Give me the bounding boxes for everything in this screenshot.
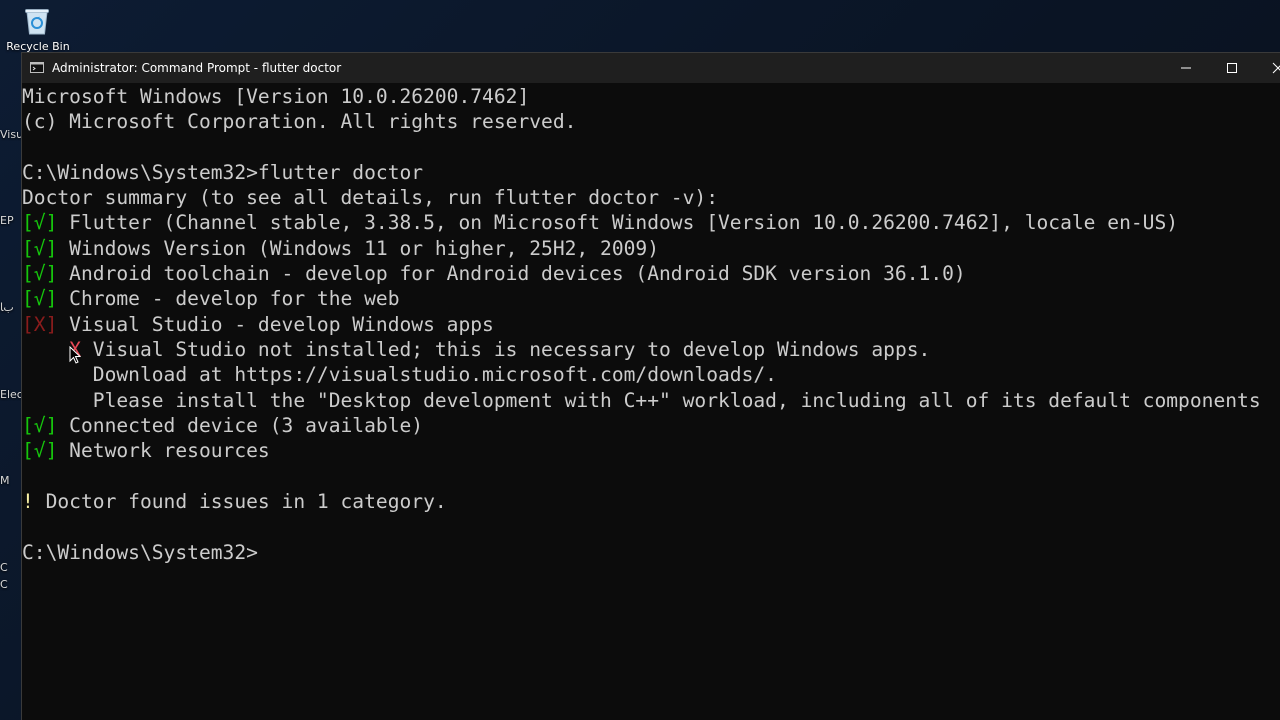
console-line-text: Flutter (Channel stable, 3.38.5, on Micr… xyxy=(57,211,1179,234)
console-line-text: Connected device (3 available) xyxy=(57,414,424,437)
console-line: Download at https://visualstudio.microso… xyxy=(22,362,777,387)
check-marker: [√] xyxy=(22,439,58,462)
check-marker: [√] xyxy=(22,211,58,234)
maximize-button[interactable] xyxy=(1209,53,1255,83)
console-line-text: Download at https://visualstudio.microso… xyxy=(22,363,777,386)
console-line-text: Doctor found issues in 1 category. xyxy=(33,490,447,513)
close-button[interactable] xyxy=(1255,53,1280,83)
check-marker: [√] xyxy=(22,262,58,285)
minimize-icon xyxy=(1181,67,1191,69)
error-marker: [X] xyxy=(22,313,58,336)
command-prompt-window[interactable]: Administrator: Command Prompt - flutter … xyxy=(21,52,1280,720)
console-line-text: Android toolchain - develop for Android … xyxy=(57,262,966,285)
console-line: C:\Windows\System32>flutter doctor xyxy=(22,160,423,185)
maximize-icon xyxy=(1227,63,1237,73)
prompt-text: C:\Windows\System32> xyxy=(22,541,258,564)
console-line: [√] Android toolchain - develop for Andr… xyxy=(22,261,966,286)
console-line: Please install the "Desktop development … xyxy=(22,388,1261,413)
console-line-text: Visual Studio - develop Windows apps xyxy=(57,313,494,336)
console-line: Microsoft Windows [Version 10.0.26200.74… xyxy=(22,84,529,109)
console-line-text: Chrome - develop for the web xyxy=(57,287,400,310)
console-line-text: Please install the "Desktop development … xyxy=(22,389,1261,412)
recycle-bin-icon xyxy=(25,9,49,35)
console-line-text: C:\Windows\System32>flutter doctor xyxy=(22,161,424,184)
console-line: [X] Visual Studio - develop Windows apps xyxy=(22,312,494,337)
check-marker: [√] xyxy=(22,287,58,310)
mouse-cursor-icon xyxy=(69,346,81,364)
warning-marker: ! xyxy=(22,490,34,513)
console-line: ! Doctor found issues in 1 category. xyxy=(22,489,447,514)
console-output[interactable]: Microsoft Windows [Version 10.0.26200.74… xyxy=(22,83,1280,719)
console-line: X Visual Studio not installed; this is n… xyxy=(22,337,930,362)
desktop: Recycle Bin Visu EP ﺏﺎ Elec M C C Admini… xyxy=(0,0,1280,720)
recycle-bin-shortcut[interactable]: Recycle Bin xyxy=(0,0,76,58)
console-line-text: Network resources xyxy=(57,439,270,462)
console-line: [√] Chrome - develop for the web xyxy=(22,286,400,311)
title-bar[interactable]: Administrator: Command Prompt - flutter … xyxy=(22,53,1280,83)
command-prompt-icon xyxy=(30,62,44,73)
console-line-text: Visual Studio not installed; this is nec… xyxy=(80,338,931,361)
console-line-text: (c) Microsoft Corporation. All rights re… xyxy=(22,110,577,133)
console-line-text: Windows Version (Windows 11 or higher, 2… xyxy=(57,237,660,260)
console-line: [√] Network resources xyxy=(22,438,270,463)
console-line-text: Doctor summary (to see all details, run … xyxy=(22,186,718,209)
command-prompt-line[interactable]: C:\Windows\System32> xyxy=(22,540,258,565)
window-title: Administrator: Command Prompt - flutter … xyxy=(52,61,342,75)
minimize-button[interactable] xyxy=(1163,53,1209,83)
check-marker: [√] xyxy=(22,237,58,260)
check-marker: [√] xyxy=(22,414,58,437)
close-icon xyxy=(1272,62,1280,74)
console-line: Doctor summary (to see all details, run … xyxy=(22,185,718,210)
console-line: (c) Microsoft Corporation. All rights re… xyxy=(22,109,576,134)
console-line: [√] Windows Version (Windows 11 or highe… xyxy=(22,236,659,261)
console-line: [√] Flutter (Channel stable, 3.38.5, on … xyxy=(22,210,1178,235)
console-line: [√] Connected device (3 available) xyxy=(22,413,423,438)
console-line-text: Microsoft Windows [Version 10.0.26200.74… xyxy=(22,85,530,108)
